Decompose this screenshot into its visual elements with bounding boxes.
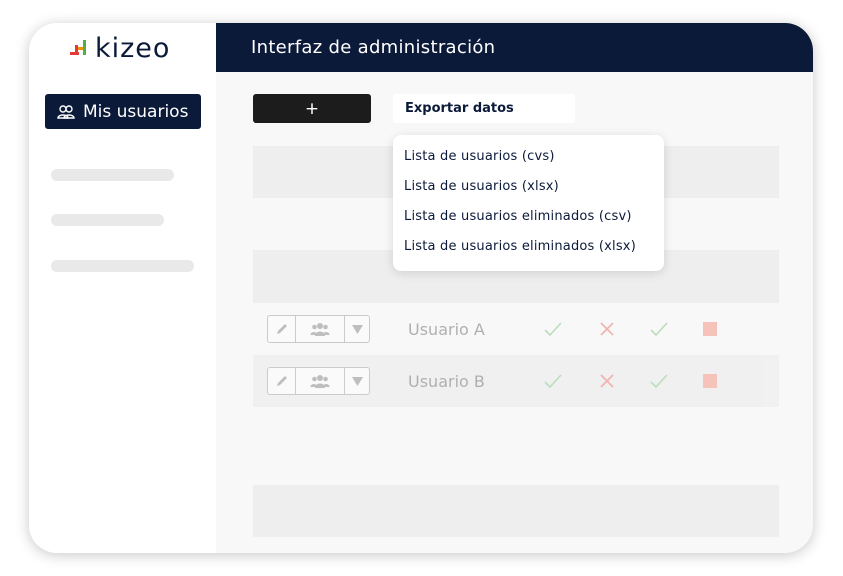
- square-icon: [703, 322, 717, 336]
- cross-icon: [599, 321, 615, 337]
- edit-button[interactable]: [268, 368, 296, 394]
- sidebar-placeholder: [51, 260, 194, 272]
- groups-button[interactable]: [296, 368, 345, 394]
- square-icon: [703, 374, 717, 388]
- page-title: Interfaz de administración: [251, 37, 496, 58]
- pencil-icon: [276, 324, 287, 334]
- top-header: Interfaz de administración: [216, 23, 813, 72]
- sidebar-item-label: Mis usuarios: [83, 101, 189, 122]
- row-actions: [267, 315, 370, 343]
- check-icon: [543, 320, 563, 338]
- check-icon: [649, 372, 669, 390]
- row-dropdown-button[interactable]: [345, 316, 369, 342]
- user-name: Usuario B: [408, 371, 485, 391]
- logo-mark-icon: [70, 40, 86, 55]
- logo-text: kizeo: [95, 32, 171, 64]
- kizeo-logo: kizeo: [69, 32, 171, 64]
- main-content: + Exportar datos Usuario A Usuario B Lis…: [216, 72, 813, 553]
- group-icon: [310, 375, 330, 388]
- users-icon: [57, 104, 75, 120]
- export-data-button[interactable]: Exportar datos: [393, 94, 575, 123]
- user-name: Usuario A: [408, 319, 485, 339]
- sidebar-placeholder: [51, 214, 164, 226]
- sidebar: kizeo Mis usuarios: [29, 23, 216, 553]
- pencil-icon: [276, 376, 287, 386]
- check-icon: [649, 320, 669, 338]
- app-window: kizeo Mis usuarios Interfaz de administr…: [29, 23, 813, 553]
- edit-button[interactable]: [268, 316, 296, 342]
- groups-button[interactable]: [296, 316, 345, 342]
- table-row[interactable]: Usuario B: [253, 355, 779, 407]
- menu-item-export-deleted-csv[interactable]: Lista de usuarios eliminados (csv): [404, 209, 632, 224]
- export-dropdown-menu: Lista de usuarios (cvs) Lista de usuario…: [393, 135, 664, 271]
- sidebar-item-mis-usuarios[interactable]: Mis usuarios: [45, 94, 201, 129]
- menu-item-export-deleted-xlsx[interactable]: Lista de usuarios eliminados (xlsx): [404, 239, 636, 254]
- cross-icon: [599, 373, 615, 389]
- table-row-placeholder: [253, 485, 779, 537]
- menu-item-export-users-cvs[interactable]: Lista de usuarios (cvs): [404, 149, 555, 164]
- caret-down-icon: [351, 324, 363, 334]
- menu-item-export-users-xlsx[interactable]: Lista de usuarios (xlsx): [404, 179, 559, 194]
- row-dropdown-button[interactable]: [345, 368, 369, 394]
- sidebar-placeholder: [51, 169, 174, 181]
- table-row[interactable]: Usuario A: [253, 303, 779, 355]
- caret-down-icon: [351, 376, 363, 386]
- add-user-button[interactable]: +: [253, 94, 371, 123]
- check-icon: [543, 372, 563, 390]
- row-actions: [267, 367, 370, 395]
- group-icon: [310, 323, 330, 336]
